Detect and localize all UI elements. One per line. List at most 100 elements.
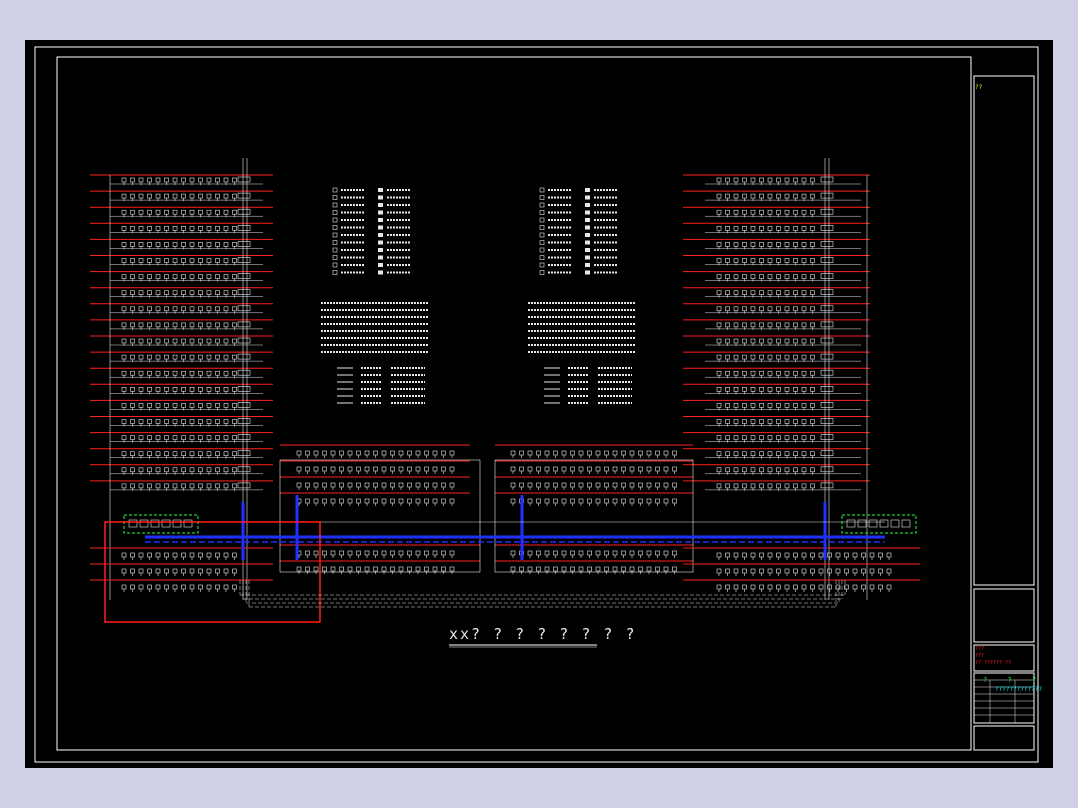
right-floor-device <box>810 435 815 440</box>
mid-left-device <box>296 482 302 488</box>
right-basement-device <box>801 552 807 558</box>
left-floor-device <box>147 483 152 489</box>
left-basement-device <box>223 584 229 590</box>
mid-right-lower-device <box>646 550 652 556</box>
right-floor-device <box>725 338 730 344</box>
right-floor-device <box>767 209 773 215</box>
mid-left-device <box>441 498 446 504</box>
mid-left-lower-device <box>381 566 387 572</box>
left-floor-panel <box>237 208 251 215</box>
left-floor-device <box>164 193 169 199</box>
left-floor-device <box>181 306 186 312</box>
right-floor-device <box>801 290 807 295</box>
mid-left-device <box>381 498 387 504</box>
left-floor-device <box>147 306 152 312</box>
mid-right-device <box>655 498 660 504</box>
left-floor-device <box>164 290 169 295</box>
mid-right-device <box>544 482 550 488</box>
right-floor-device <box>725 306 730 312</box>
right-floor-device <box>767 419 773 424</box>
mid-left-device <box>424 482 429 488</box>
mid-right-device <box>612 482 618 488</box>
left-floor-device <box>164 370 169 376</box>
mid-right-lower-device <box>612 550 618 556</box>
left-floor-device <box>164 354 169 360</box>
right-floor-device <box>725 290 730 295</box>
mid-left-device <box>364 482 370 488</box>
left-floor-device <box>189 386 195 392</box>
right-control-panel <box>841 514 917 534</box>
left-floor-device <box>164 322 169 328</box>
right-basement-device <box>742 552 747 558</box>
right-floor-device <box>793 274 798 279</box>
left-floor-device <box>172 242 178 247</box>
left-floor-device <box>181 226 186 231</box>
right-basement-device <box>733 584 739 590</box>
left-floor-device <box>232 419 237 424</box>
mid-right-device <box>587 482 592 488</box>
right-floor-device <box>733 290 739 295</box>
left-floor-panel <box>237 385 251 392</box>
mid-left-device <box>424 498 429 504</box>
left-floor-device <box>155 306 161 312</box>
right-basement-device <box>861 552 866 558</box>
right-floor-device <box>733 370 739 376</box>
right-floor-device <box>767 290 773 295</box>
right-floor-device <box>784 403 790 408</box>
left-floor-device <box>198 209 203 215</box>
left-floor-device <box>172 354 178 360</box>
right-floor-device <box>759 290 764 295</box>
right-floor-panel <box>820 353 834 360</box>
right-floor-device <box>750 322 756 328</box>
left-floor-device <box>138 258 144 263</box>
left-floor-device <box>121 274 127 279</box>
mid-right-lower-device <box>578 566 584 572</box>
right-floor-device <box>742 274 747 279</box>
right-basement-device <box>835 584 841 590</box>
right-floor-device <box>793 451 798 457</box>
mid-right-lower-device <box>527 550 533 556</box>
right-floor-device <box>742 338 747 344</box>
left-floor-device <box>147 467 152 473</box>
left-floor-device <box>223 322 229 328</box>
mid-left-device <box>390 450 395 456</box>
right-floor-device <box>810 258 815 263</box>
left-floor-panel <box>237 321 251 328</box>
mid-left-device <box>330 498 336 504</box>
legend-symbol-filled <box>378 233 383 237</box>
left-floor-device <box>232 226 237 231</box>
left-basement-device <box>198 584 203 590</box>
left-basement-device <box>138 568 144 574</box>
right-basement-device <box>733 552 739 558</box>
right-basement-device <box>827 552 832 558</box>
mid-left-device <box>313 466 319 472</box>
mid-left-lower-device <box>424 566 429 572</box>
mid-left-device <box>347 482 353 488</box>
right-floor-device <box>742 483 747 489</box>
right-floor-device <box>716 258 722 263</box>
mid-right-device <box>672 482 677 488</box>
right-floor-device <box>725 386 730 392</box>
left-basement-device <box>181 552 186 558</box>
left-panel-module <box>183 519 193 528</box>
right-floor-device <box>733 435 739 440</box>
left-basement-device <box>189 552 195 558</box>
left-floor-device <box>172 483 178 489</box>
mid-left-lower-device <box>449 566 455 572</box>
right-floor-device <box>801 403 807 408</box>
right-floor-panel <box>820 241 834 247</box>
left-floor-device <box>206 403 212 408</box>
left-basement-device <box>232 552 237 558</box>
left-floor-device <box>223 483 229 489</box>
right-floor-device <box>759 435 764 440</box>
right-basement-device <box>793 552 798 558</box>
legend-symbol <box>332 187 338 193</box>
left-floor-device <box>172 306 178 312</box>
right-panel-module <box>901 519 911 528</box>
right-floor-device <box>767 467 773 473</box>
mid-right-device <box>578 498 584 504</box>
right-floor-device <box>793 322 798 328</box>
right-floor-panel <box>820 402 834 408</box>
right-basement-device <box>844 568 849 574</box>
right-basement-device <box>725 568 730 574</box>
